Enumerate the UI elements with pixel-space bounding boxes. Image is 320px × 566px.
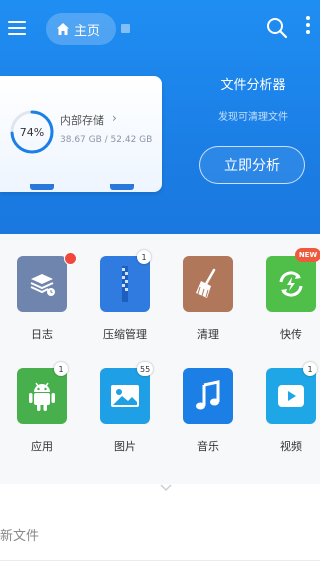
divider xyxy=(0,560,320,561)
count-badge: 1 xyxy=(303,362,317,376)
chevron-down-icon[interactable] xyxy=(160,484,172,492)
music-icon xyxy=(183,368,233,424)
card-feet xyxy=(30,184,134,190)
app-label: 快传 xyxy=(280,328,302,341)
file-analyzer-title: 文件分析器 xyxy=(220,78,286,93)
tool-grid: 日志 1 压缩管理 清理 NEW 快传 1 应用 55 图片 音乐 1 视频 xyxy=(0,234,320,484)
internal-storage-card[interactable]: 74% 内部存储 › 38.67 GB / 52.42 GB xyxy=(0,76,162,192)
app-clean[interactable]: 清理 xyxy=(176,234,240,341)
storage-size: 38.67 GB / 52.42 GB xyxy=(60,135,153,145)
transfer-icon xyxy=(266,256,316,312)
count-badge: 1 xyxy=(137,250,151,264)
new-files-section-title: 新文件 xyxy=(0,529,40,544)
android-icon xyxy=(17,368,67,424)
notification-dot xyxy=(64,252,77,265)
more-options-icon[interactable] xyxy=(305,16,311,40)
header-banner: 主页 74% 内部存储 › 38.67 GB / 52.42 GB 文件分析器 … xyxy=(0,0,320,234)
tab-home[interactable]: 主页 xyxy=(46,13,116,45)
app-images[interactable]: 55 图片 xyxy=(93,346,157,453)
home-icon xyxy=(57,23,69,35)
app-label: 音乐 xyxy=(197,440,219,453)
storage-label: 内部存储 xyxy=(60,114,104,127)
video-icon xyxy=(266,368,316,424)
broom-icon xyxy=(183,256,233,312)
new-tab-indicator[interactable] xyxy=(121,24,130,33)
app-label: 应用 xyxy=(31,440,53,453)
app-archive-manager[interactable]: 1 压缩管理 xyxy=(93,234,157,341)
app-label: 日志 xyxy=(31,328,53,341)
search-icon[interactable] xyxy=(266,17,288,39)
image-icon xyxy=(100,368,150,424)
app-quick-transfer[interactable]: NEW 快传 xyxy=(259,234,320,341)
menu-icon[interactable] xyxy=(8,18,28,38)
storage-percent: 74% xyxy=(19,125,45,139)
app-label: 压缩管理 xyxy=(103,328,147,341)
app-applications[interactable]: 1 应用 xyxy=(10,346,74,453)
chevron-right-icon: › xyxy=(112,111,117,125)
app-label: 清理 xyxy=(197,328,219,341)
analyze-now-button[interactable]: 立即分析 xyxy=(199,146,305,184)
app-log[interactable]: 日志 xyxy=(10,234,77,341)
archive-icon xyxy=(100,256,150,312)
app-video[interactable]: 1 视频 xyxy=(259,346,320,453)
home-tab-label: 主页 xyxy=(74,23,101,39)
file-analyzer-subtitle: 发现可清理文件 xyxy=(218,112,288,123)
app-label: 图片 xyxy=(114,440,136,453)
top-bar: 主页 xyxy=(0,0,320,62)
count-badge: 55 xyxy=(137,362,154,376)
app-label: 视频 xyxy=(280,440,302,453)
count-badge: 1 xyxy=(54,362,68,376)
new-badge: NEW xyxy=(295,248,320,262)
app-music[interactable]: 音乐 xyxy=(176,346,240,453)
log-icon xyxy=(17,256,67,312)
